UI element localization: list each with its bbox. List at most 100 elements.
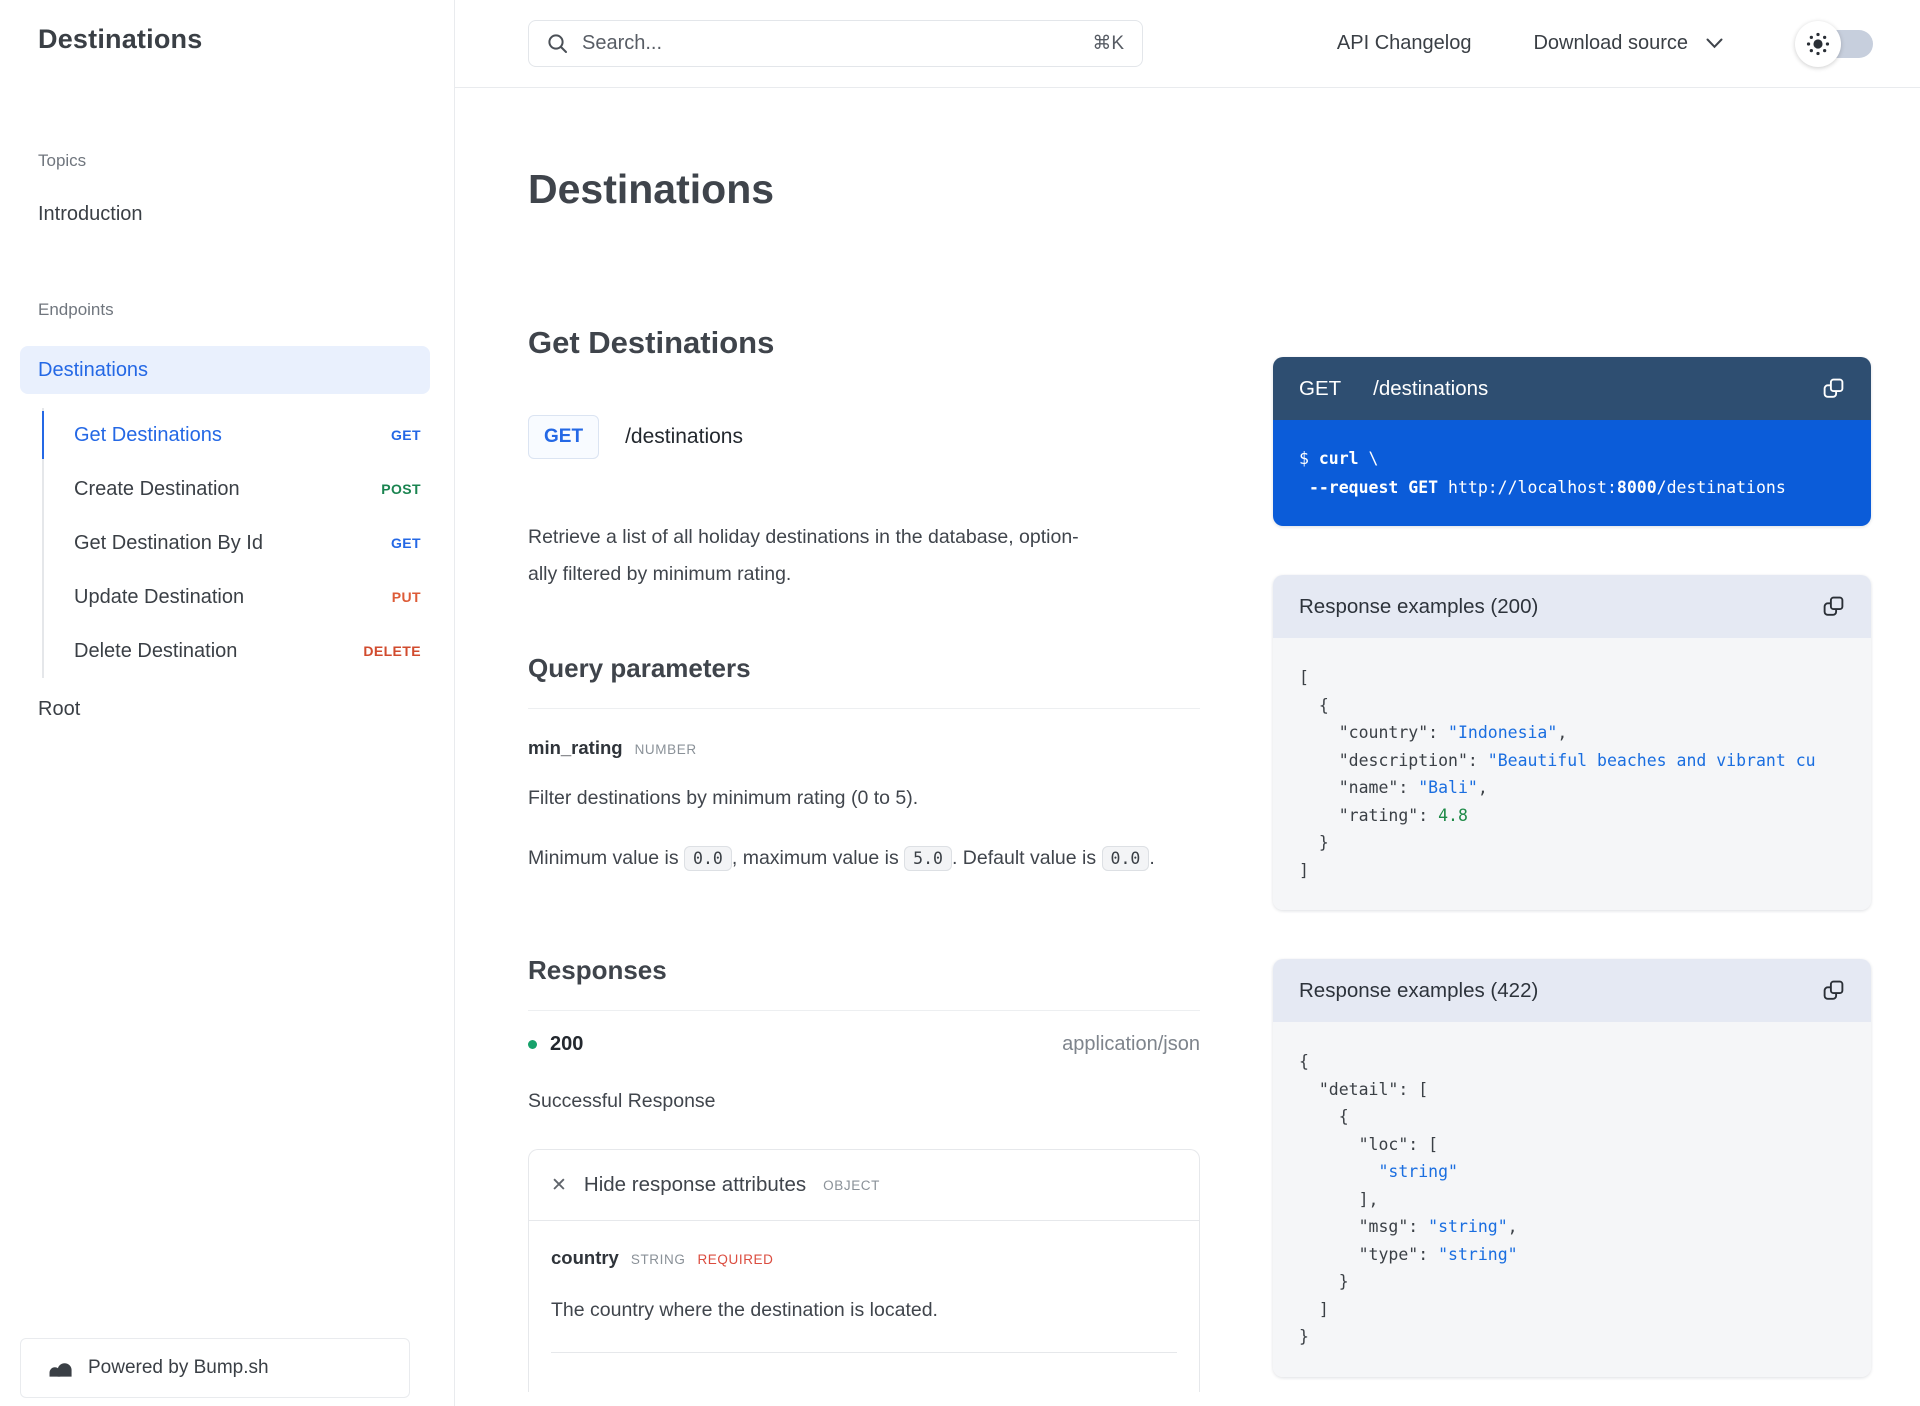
search-box[interactable]: ⌘K	[528, 20, 1143, 67]
request-method: GET	[1299, 376, 1342, 400]
response-example-200-header: Response examples (200)	[1273, 575, 1871, 638]
response-example-200-title: Response examples (200)	[1299, 594, 1539, 618]
method-badge-get: GET	[391, 535, 421, 551]
get-method-badge: GET	[528, 415, 600, 459]
operation-label: Get Destinations	[74, 423, 222, 446]
status-code: 200	[550, 1033, 584, 1055]
operation-description: Retrieve a list of all holiday destinati…	[528, 519, 1200, 593]
operation-label: Update Destination	[74, 585, 245, 608]
sidebar-section-endpoints: Endpoints	[38, 300, 114, 319]
method-badge-put: PUT	[391, 589, 421, 605]
response-200-code-block[interactable]: [ { "country": "Indonesia", "description…	[1273, 638, 1871, 910]
light-mode-sun-icon	[1795, 20, 1841, 67]
constraint-text: .	[1149, 847, 1155, 869]
download-source-label: Download source	[1533, 32, 1688, 54]
topbar: ⌘K API Changelog Download source	[455, 0, 1920, 88]
response-description: Successful Response	[528, 1090, 716, 1112]
sidebar-section-topics: Topics	[38, 151, 87, 170]
close-icon: ✕	[551, 1174, 567, 1196]
doc-body: Destinations Get Destinations GET /desti…	[455, 88, 1920, 1406]
constraint-text: Minimum value is	[528, 847, 685, 869]
attribute-name: country	[551, 1247, 619, 1268]
sidebar-item-introduction[interactable]: Introduction	[38, 203, 454, 226]
page-title: Destinations	[528, 166, 775, 212]
endpoint-row: GET /destinations	[528, 415, 1200, 459]
chevron-down-icon	[1706, 38, 1723, 49]
parameter-row: min_rating NUMBER	[528, 737, 1200, 759]
attribute-type: STRING	[630, 1252, 686, 1267]
operation-label: Delete Destination	[74, 639, 238, 662]
attributes-kind: OBJECT	[823, 1177, 880, 1193]
sidebar-item-destinations-group[interactable]: Destinations	[20, 346, 430, 394]
parameter-type: NUMBER	[634, 742, 697, 757]
attribute-row-country: country STRING REQUIRED The country wher…	[529, 1221, 1199, 1392]
examples-rail: GET /destinations $ curl \ --request GET…	[1273, 88, 1871, 1406]
description-line-2: ally filtered by minimum rating.	[528, 563, 792, 585]
attribute-description: The country where the destination is loc…	[551, 1299, 938, 1321]
attribute-required-badge: REQUIRED	[697, 1252, 774, 1267]
parameter-constraints: Minimum value is 0.0, maximum value is 5…	[528, 836, 1158, 881]
search-icon	[547, 33, 568, 54]
response-example-422-title: Response examples (422)	[1299, 978, 1539, 1002]
theme-toggle[interactable]	[1795, 20, 1875, 67]
response-status-row: 200 application/json	[528, 1033, 1200, 1056]
divider	[528, 708, 1200, 709]
divider	[528, 1010, 1200, 1011]
copy-icon[interactable]	[1822, 595, 1845, 618]
divider	[551, 1352, 1177, 1392]
topbar-links: API Changelog Download source	[1337, 20, 1875, 67]
response-example-422-panel: Response examples (422) { "detail": [ { …	[1273, 959, 1871, 1377]
method-badge-delete: DELETE	[363, 643, 421, 659]
endpoint-path: /destinations	[625, 425, 743, 448]
sidebar-item-update-destination[interactable]: Update Destination PUT	[44, 570, 454, 624]
hide-response-attributes-toggle[interactable]: ✕ Hide response attributes OBJECT	[529, 1150, 1199, 1221]
main-column: Destinations Get Destinations GET /desti…	[528, 88, 1200, 1406]
request-path: /destinations	[1373, 376, 1489, 400]
responses-heading: Responses	[528, 955, 667, 985]
sidebar-item-root[interactable]: Root	[38, 698, 454, 721]
copy-icon[interactable]	[1822, 979, 1845, 1002]
status-dot-icon	[528, 1040, 537, 1049]
toggle-label: Hide response attributes	[583, 1173, 807, 1196]
bump-logo-icon	[47, 1358, 74, 1379]
sidebar-item-delete-destination[interactable]: Delete Destination DELETE	[44, 624, 454, 678]
request-example-panel: GET /destinations $ curl \ --request GET…	[1273, 357, 1871, 526]
min-value-chip: 0.0	[684, 846, 732, 871]
content-type: application/json	[1062, 1033, 1200, 1055]
response-422-code-block[interactable]: { "detail": [ { "loc": [ "string" ], "ms…	[1273, 1022, 1871, 1377]
sidebar: Destinations Topics Introduction Endpoin…	[0, 0, 455, 1406]
method-badge-post: POST	[381, 481, 421, 497]
download-source-button[interactable]: Download source	[1533, 32, 1723, 55]
sidebar-title: Destinations	[38, 24, 203, 54]
sidebar-item-get-destination-by-id[interactable]: Get Destination By Id GET	[44, 516, 454, 570]
powered-by-bump-link[interactable]: Powered by Bump.sh	[20, 1338, 410, 1398]
sidebar-operations-list: Get Destinations GET Create Destination …	[42, 408, 454, 678]
attribute-name-row: country STRING REQUIRED	[551, 1247, 1177, 1269]
query-parameters-heading: Query parameters	[528, 653, 751, 683]
operation-label: Get Destination By Id	[74, 531, 263, 554]
operation-heading: Get Destinations	[528, 325, 775, 360]
response-example-200-panel: Response examples (200) [ { "country": "…	[1273, 575, 1871, 910]
response-attributes-box: ✕ Hide response attributes OBJECT countr…	[528, 1149, 1200, 1392]
constraint-text: . Default value is	[951, 847, 1102, 869]
default-value-chip: 0.0	[1101, 846, 1150, 871]
search-shortcut: ⌘K	[1092, 33, 1124, 54]
sidebar-item-get-destinations[interactable]: Get Destinations GET	[42, 408, 454, 462]
sidebar-item-create-destination[interactable]: Create Destination POST	[44, 462, 454, 516]
api-changelog-link[interactable]: API Changelog	[1337, 32, 1472, 55]
operation-label: Create Destination	[74, 477, 240, 500]
description-line-1: Retrieve a list of all holiday destinati…	[528, 526, 1079, 548]
content-area: ⌘K API Changelog Download source	[455, 0, 1920, 1406]
constraint-text: , maximum value is	[731, 847, 905, 869]
search-input[interactable]	[582, 32, 1079, 55]
curl-code-block[interactable]: $ curl \ --request GET http://localhost:…	[1273, 420, 1871, 526]
parameter-name: min_rating	[528, 737, 623, 758]
page: Destinations Topics Introduction Endpoin…	[0, 0, 1920, 1406]
copy-icon[interactable]	[1822, 377, 1845, 400]
response-example-422-header: Response examples (422)	[1273, 959, 1871, 1022]
method-badge-get: GET	[391, 427, 421, 443]
parameter-description: Filter destinations by minimum rating (0…	[528, 787, 919, 809]
request-example-header: GET /destinations	[1273, 357, 1871, 420]
powered-by-label: Powered by Bump.sh	[88, 1357, 269, 1378]
max-value-chip: 5.0	[904, 846, 952, 871]
